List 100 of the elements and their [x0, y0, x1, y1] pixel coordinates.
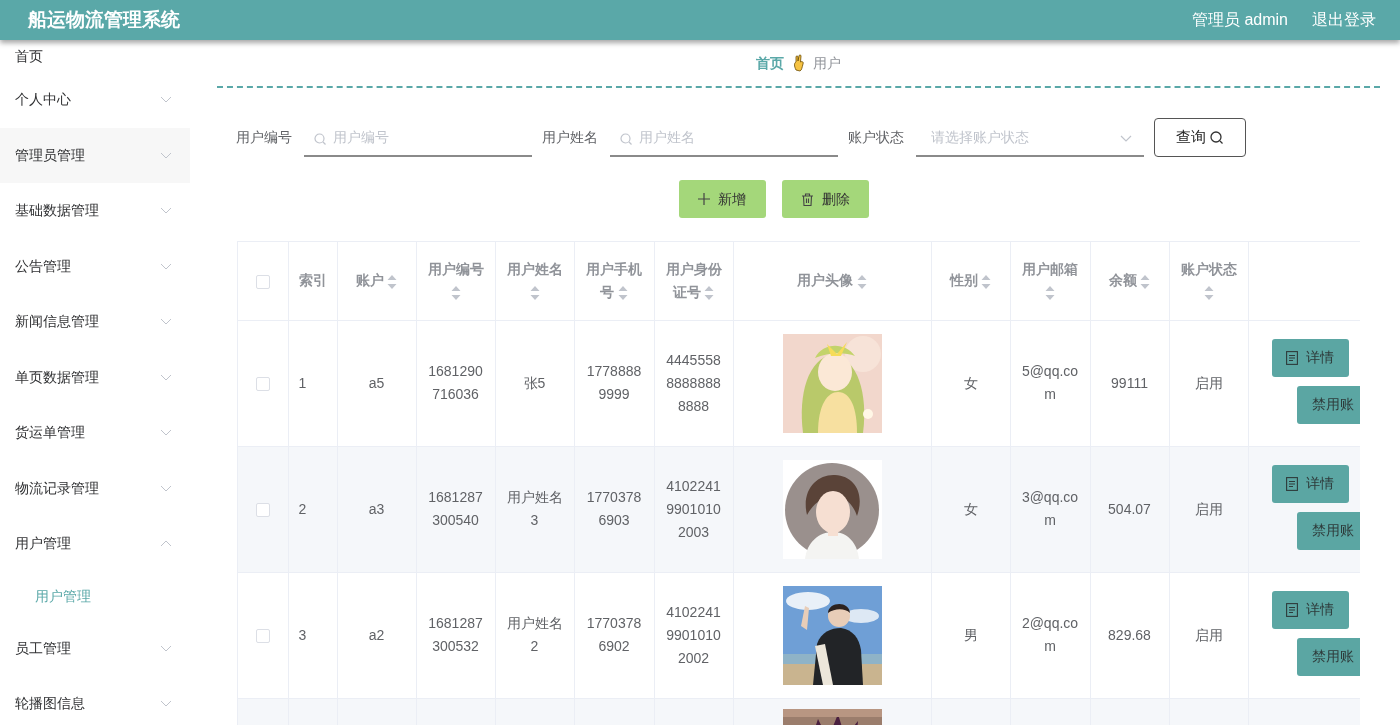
search-icon — [1210, 130, 1224, 145]
sidebar-item[interactable]: 首页 — [0, 40, 190, 72]
breadcrumb-item: 用户 — [813, 53, 841, 73]
sort-icon — [450, 286, 461, 301]
table-cell: 829.68 — [1108, 626, 1151, 643]
details-button[interactable]: 详情 — [1271, 338, 1349, 377]
chevron-down-icon — [160, 151, 172, 159]
sort-icon — [856, 274, 867, 289]
plus-icon — [698, 193, 710, 205]
table-cell: 1 — [298, 374, 307, 391]
table-cell: 张5 — [523, 374, 546, 391]
details-button[interactable]: 详情 — [1271, 590, 1349, 629]
row-checkbox[interactable] — [255, 502, 270, 517]
chevron-down-icon — [160, 318, 172, 326]
chevron-down-icon — [160, 484, 172, 492]
table-cell: 5@qq.com — [1021, 363, 1079, 402]
sidebar-item[interactable]: 新闻信息管理 — [0, 294, 190, 350]
search-icon — [314, 132, 326, 145]
document-icon — [1286, 350, 1298, 365]
chevron-down-icon — [160, 96, 172, 104]
search-icon — [620, 132, 632, 145]
column-header[interactable]: 用户手机号 — [584, 257, 644, 304]
chevron-down-icon — [160, 262, 172, 270]
trash-icon — [800, 192, 814, 206]
table-cell: 启用 — [1194, 626, 1223, 643]
table-cell: a5 — [368, 374, 385, 391]
disable-account-button[interactable]: 禁用账 — [1296, 637, 1360, 676]
table-cell: 用户姓名2 — [506, 615, 563, 654]
logout-link[interactable]: 退出登录 — [1312, 8, 1376, 32]
column-header[interactable]: 用户编号 — [426, 257, 485, 304]
column-header[interactable]: 性别 — [941, 269, 1000, 293]
sidebar-item[interactable]: 用户管理 — [0, 516, 190, 572]
field-label: 用户姓名 — [542, 128, 598, 147]
input-field[interactable]: 用户姓名 — [610, 118, 838, 157]
sidebar-item[interactable]: 货运单管理 — [0, 405, 190, 461]
table-cell: 2@qq.com — [1021, 615, 1079, 654]
column-header[interactable]: 用户头像 — [743, 269, 921, 293]
details-button[interactable]: 详情 — [1271, 464, 1349, 503]
chevron-down-icon — [160, 644, 172, 652]
chevron-down-icon — [1120, 134, 1132, 142]
sidebar-item[interactable]: 轮播图信息 — [0, 676, 190, 725]
disable-account-button[interactable]: 禁用账 — [1296, 385, 1360, 424]
app-title: 船运物流管理系统 — [28, 7, 180, 32]
query-button[interactable]: 查询 — [1154, 118, 1246, 157]
sort-icon — [704, 286, 715, 301]
chevron-down-icon — [160, 700, 172, 708]
disable-account-button[interactable]: 禁用账 — [1296, 511, 1360, 550]
sidebar-item[interactable]: 管理员管理 — [0, 127, 190, 183]
table-cell: 17788889999 — [586, 363, 642, 402]
sort-icon — [1045, 286, 1055, 301]
sidebar-item[interactable]: 基础数据管理 — [0, 183, 190, 239]
input-field[interactable]: 用户编号 — [304, 118, 532, 157]
table-cell: 99111 — [1111, 374, 1148, 391]
table-cell: 启用 — [1194, 374, 1223, 391]
sidebar-item[interactable]: 员工管理 — [0, 620, 190, 676]
hand-icon — [792, 54, 805, 72]
select-all-checkbox[interactable] — [255, 274, 270, 289]
sidebar-item[interactable]: 个人中心 — [0, 72, 190, 128]
table-cell: 444555888888888888 — [666, 351, 721, 414]
table-cell: 1681287300540 — [428, 489, 483, 528]
sidebar-item[interactable]: 公告管理 — [0, 238, 190, 294]
column-header[interactable]: 用户姓名 — [505, 257, 564, 304]
chevron-down-icon — [160, 429, 172, 437]
sort-icon — [617, 286, 628, 301]
delete-button[interactable]: 删除 — [781, 180, 869, 218]
table-cell: 17703786902 — [586, 615, 642, 654]
column-header[interactable]: 用户身份证号 — [664, 257, 723, 304]
sidebar-item[interactable]: 物流记录管理 — [0, 460, 190, 516]
table-cell: 启用 — [1194, 500, 1223, 517]
document-icon — [1286, 476, 1298, 491]
field-label: 账户状态 — [848, 128, 904, 147]
column-header[interactable]: 用户邮箱 — [1020, 257, 1080, 304]
column-header[interactable]: 索引 — [298, 269, 327, 293]
sort-icon — [387, 274, 398, 289]
add-button[interactable]: 新增 — [678, 180, 766, 218]
chevron-down-icon — [160, 207, 172, 215]
table-cell: 1681290716036 — [428, 363, 483, 402]
sort-icon — [981, 274, 992, 289]
table-cell: 504.07 — [1108, 500, 1151, 517]
submenu-item[interactable]: 用户管理 — [0, 571, 190, 621]
sidebar-item[interactable]: 单页数据管理 — [0, 349, 190, 405]
table-cell: 女 — [963, 374, 978, 391]
breadcrumb-item[interactable]: 首页 — [756, 52, 784, 74]
table-cell: a3 — [368, 500, 385, 517]
row-checkbox[interactable] — [255, 376, 270, 391]
column-header[interactable]: 余额 — [1100, 269, 1159, 293]
status-select[interactable]: 请选择账户状态 — [916, 118, 1144, 157]
table-cell: 女 — [963, 500, 978, 517]
sort-icon — [1140, 274, 1151, 289]
table-cell: a2 — [368, 626, 385, 643]
table-cell: 3@qq.com — [1021, 489, 1079, 528]
column-header[interactable]: 账户 — [347, 269, 406, 293]
row-checkbox[interactable] — [255, 628, 270, 643]
table-cell: 17703786903 — [586, 489, 642, 528]
chevron-up-icon — [160, 540, 172, 548]
table-cell: 2 — [298, 500, 307, 517]
sort-icon — [529, 286, 540, 301]
field-label: 用户编号 — [236, 128, 292, 147]
column-header[interactable]: 账户状态 — [1179, 257, 1238, 304]
table-cell: 男 — [963, 626, 978, 643]
